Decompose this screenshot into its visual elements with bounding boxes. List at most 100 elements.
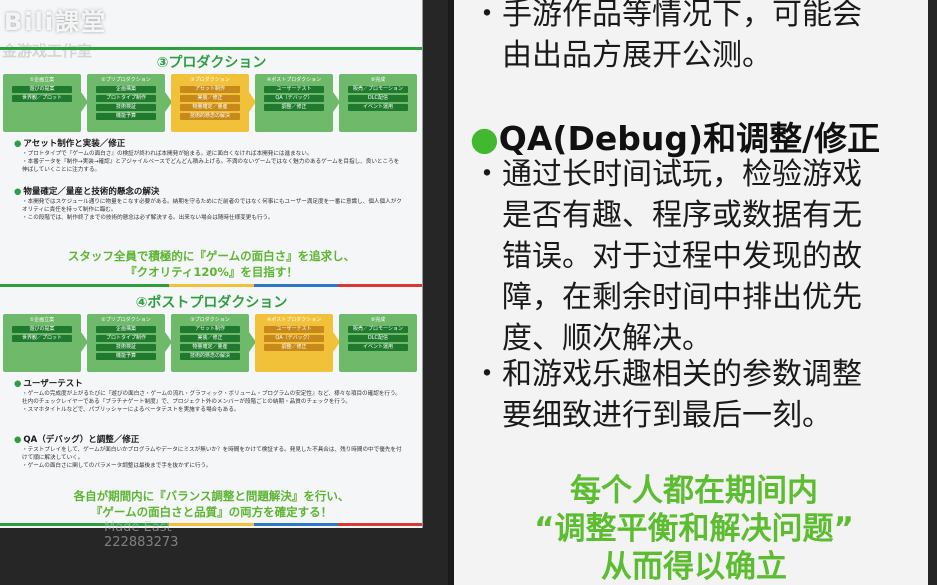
slogan-line: 『ゲームの面白さと品質』の両方を確定する！ [90,505,333,519]
section3-body-1: プロトタイプで『ゲームの面白さ』の検証が終われば本開発が始まる。逆に面白くなけれ… [22,150,402,174]
slogan-line: 『クオリティ120%』を目指す！ [125,265,298,279]
bullet-line: 障，在剩余时间中排出优先 [502,280,862,315]
section3-slogan: スタッフ全員で積極的に『ゲームの面白さ』を追求し、 『クオリティ120%』を目指… [0,248,422,280]
flow-stage: ②プリプロダクション 企画構築プロトタイプ制作 技術検証機能予算 [87,314,165,372]
body-line: テストプレイをして、ゲームが面白いかプログラムやデータにミスが無いか？を時間をか… [22,446,402,462]
flow-stage-pill: 技術検証 [96,104,156,111]
flow-stage-pill: 遊びの提案 [12,326,72,333]
flow-stage-pill: ユーザーテスト [264,86,324,93]
overlay-id: 222883273 [104,535,179,550]
body-line: この段階では、制作終了までの技術的懸念は必ず解決する。出来ない場合は随時仕様変更… [22,214,402,222]
flow-stage-pill: 技術的懸念の解決 [180,353,240,360]
flow-stage-pill: プロトタイプ制作 [96,335,156,342]
flow-stage-header: ④ポストプロダクション [266,77,322,83]
flow-stage-header: ③プロダクション [190,77,230,83]
bullet-dot: ・ [472,357,502,392]
flow-stage-pill: 技術的懸念の解決 [180,113,240,120]
flow-stage-pill: 機能予算 [96,113,156,120]
bullet-line: 是否有趣、程序或数据有无 [502,198,862,233]
process-flow-section3: ①企画立案遊びの提案世界観／プロット ②プリプロダクション 企画構築プロトタイプ制作… [3,74,419,132]
body-line: 本番データを『制作→実装→確認』とアジャイルベースでどんどん積み上げる。不満のな… [22,158,402,174]
slogan-line: 每个人都在期间内 [570,473,818,509]
flow-stage-header: ④ポストプロダクション [266,317,322,323]
bullet-item: ・手游作品等情况下，可能会 由出品方展开公测。 [472,0,922,76]
body-line: ゲームの完成度が上がるたびに『遊びの面白さ・ゲームの流れ・グラフィック・ボリュー… [22,390,402,406]
slogan-line: “调整平衡和解决问题” [534,511,854,547]
flow-stage-pill: DLC配信 [348,335,408,342]
flow-stage-pill: 企画構築 [96,326,156,333]
flow-stage-pill: 物量確定／量産 [180,104,240,111]
bullet-line: 和游戏乐趣相关的参数调整 [502,357,862,392]
bullet-item: ・和游戏乐趣相关的参数调整 要细致进行到最后一刻。 [472,354,922,436]
body-line: 本開発ではスケジュール通りに物量をこなす必要がある。納期を守るためにだ前者のでは… [22,198,402,214]
flow-stage-pill: イベント運用 [348,104,408,111]
flow-stage-pill: 技術検証 [96,344,156,351]
flow-stage-header: ③プロダクション [190,317,230,323]
flow-stage-pill: 調整／修正 [264,104,324,111]
section-heading: ●QA(Debug)和调整/修正 [470,112,880,160]
flow-stage-pill: 世界観／プロット [12,95,72,102]
section4-body-2: テストプレイをして、ゲームが面白いかプログラムやデータにミスが無いか？を時間をか… [22,446,402,470]
bullet-line: 度、顺次解决。 [502,321,712,356]
flow-stage-pill: 販売／プロモーション [348,86,408,93]
video-frame: Bili課堂 金游戏工作室 ③プロダクション ①企画立案 遊びの提案 世界観／プロッ… [0,0,937,585]
flow-stage-header: ⑤完成 [370,317,386,323]
bilibili-watermark: Bili課堂 [4,8,107,36]
slogan-line: 各自が期間内に『バランス調整と問題解決』を行い、 [73,489,350,503]
flow-stage-pill: DLC配信 [348,95,408,102]
section3-heading-2: 物量確定／量産と技術的懸念の解決 [14,185,159,197]
flow-stage-pill: QA（デバッグ） [264,95,324,102]
flow-stage: ①企画立案遊びの提案世界観／プロット [3,314,81,372]
section4-body-1: ゲームの完成度が上がるたびに『遊びの面白さ・ゲームの流れ・グラフィック・ボリュー… [22,390,402,414]
flow-stage-pill: プロトタイプ制作 [96,95,156,102]
flow-stage: ④ポストプロダクション ユーザーテスト QA（デバッグ） 調整／修正 [255,74,333,132]
flow-stage: ⑤完成 販売／プロモーション DLC配信 イベント運用 [339,314,417,372]
flow-stage-pill: QA（デバッグ） [264,335,324,342]
slogan-line: スタッフ全員で積極的に『ゲームの面白さ』を追求し、 [67,249,356,263]
chinese-slide-panel: ・手游作品等情况下，可能会 由出品方展开公测。 ●QA(Debug)和调整/修正… [448,0,928,585]
flow-stage-header: ②プリプロダクション [101,77,151,83]
flow-stage-header: ⑤完成 [370,77,386,83]
flow-stage: ③プロダクション アセット制作 実装／修正 物量確定／量産 技術的懸念の解決 [171,314,249,372]
flow-stage-pill: アセット制作 [180,86,240,93]
flow-stage-pill: 企画構築 [96,86,156,93]
section4-title: ④ポストプロダクション [135,295,288,311]
section4-slogan: 各自が期間内に『バランス調整と問題解決』を行い、 『ゲームの面白さと品質』の両方… [0,488,422,520]
flow-stage-pill: 実装／修正 [180,335,240,342]
flow-stage-header: ①企画立案 [29,317,55,323]
flow-stage-pill: ユーザーテスト [264,326,324,333]
process-flow-section4: ①企画立案 遊びの提案 世界観／プロット ②プリプロダクション 企画構築 プロトタイプ制作… [3,314,419,372]
bullet-line: 手游作品等情况下，可能会 [502,0,862,32]
section3-title: ③プロダクション [156,55,267,71]
overlay-watermark: Made East 222883273 [104,520,178,550]
slogan-line: 从而得以确立 [601,549,787,585]
flow-stage-pill: 遊びの提案 [12,86,72,93]
heading-dot-icon: ● [470,119,499,158]
body-line: スマホタイトルなどで、パブリッシャーによるベータテストを実施する場合もある。 [22,406,402,414]
flow-stage: ③プロダクションアセット制作 実装／修正物量確定／量産 技術的懸念の解決 [171,74,249,132]
flow-stage-pill: 実装／修正 [180,95,240,102]
flow-stage-pill: 世界観／プロット [12,335,72,342]
section-divider [0,47,422,50]
flow-stage-pill: 機能予算 [96,353,156,360]
flow-stage-header: ①企画立案 [29,77,55,83]
body-line: ゲームの面白さに関してのパラメータ調整は最後まで手を抜かずに行う。 [22,462,402,470]
bullet-line: 通过长时间试玩，检验游戏 [502,157,862,192]
flow-stage: ①企画立案遊びの提案世界観／プロット [3,74,81,132]
flow-stage-pill: アセット制作 [180,326,240,333]
slogan: 每个人都在期间内 “调整平衡和解决问题” 从而得以确立 [454,472,928,585]
bullet-line: 由出品方展开公测。 [502,38,772,73]
flow-stage-header: ②プリプロダクション [101,317,151,323]
flow-stage: ④ポストプロダクション ユーザーテスト QA（デバッグ） 調整／修正 [255,314,333,372]
bullet-item: ・通过长时间试玩，检验游戏 是否有趣、程序或数据有无 错误。对于过程中发现的故 … [472,154,922,359]
section4-heading-2: QA（デバッグ）と調整／修正 [14,433,139,445]
flow-stage-pill: 調整／修正 [264,344,324,351]
body-line: プロトタイプで『ゲームの面白さ』の検証が終われば本開発が始まる。逆に面白くなけれ… [22,150,402,158]
flow-stage: ⑤完成販売／プロモーション DLC配信イベント運用 [339,74,417,132]
color-bar [0,523,422,526]
section3-heading-1: アセット制作と実装／修正 [14,137,125,149]
bullet-line: 错误。对于过程中发现的故 [502,239,862,274]
bullet-dot: ・ [472,0,502,32]
color-bar [0,284,422,287]
section3-body-2: 本開発ではスケジュール通りに物量をこなす必要がある。納期を守るためにだ前者のでは… [22,198,402,222]
